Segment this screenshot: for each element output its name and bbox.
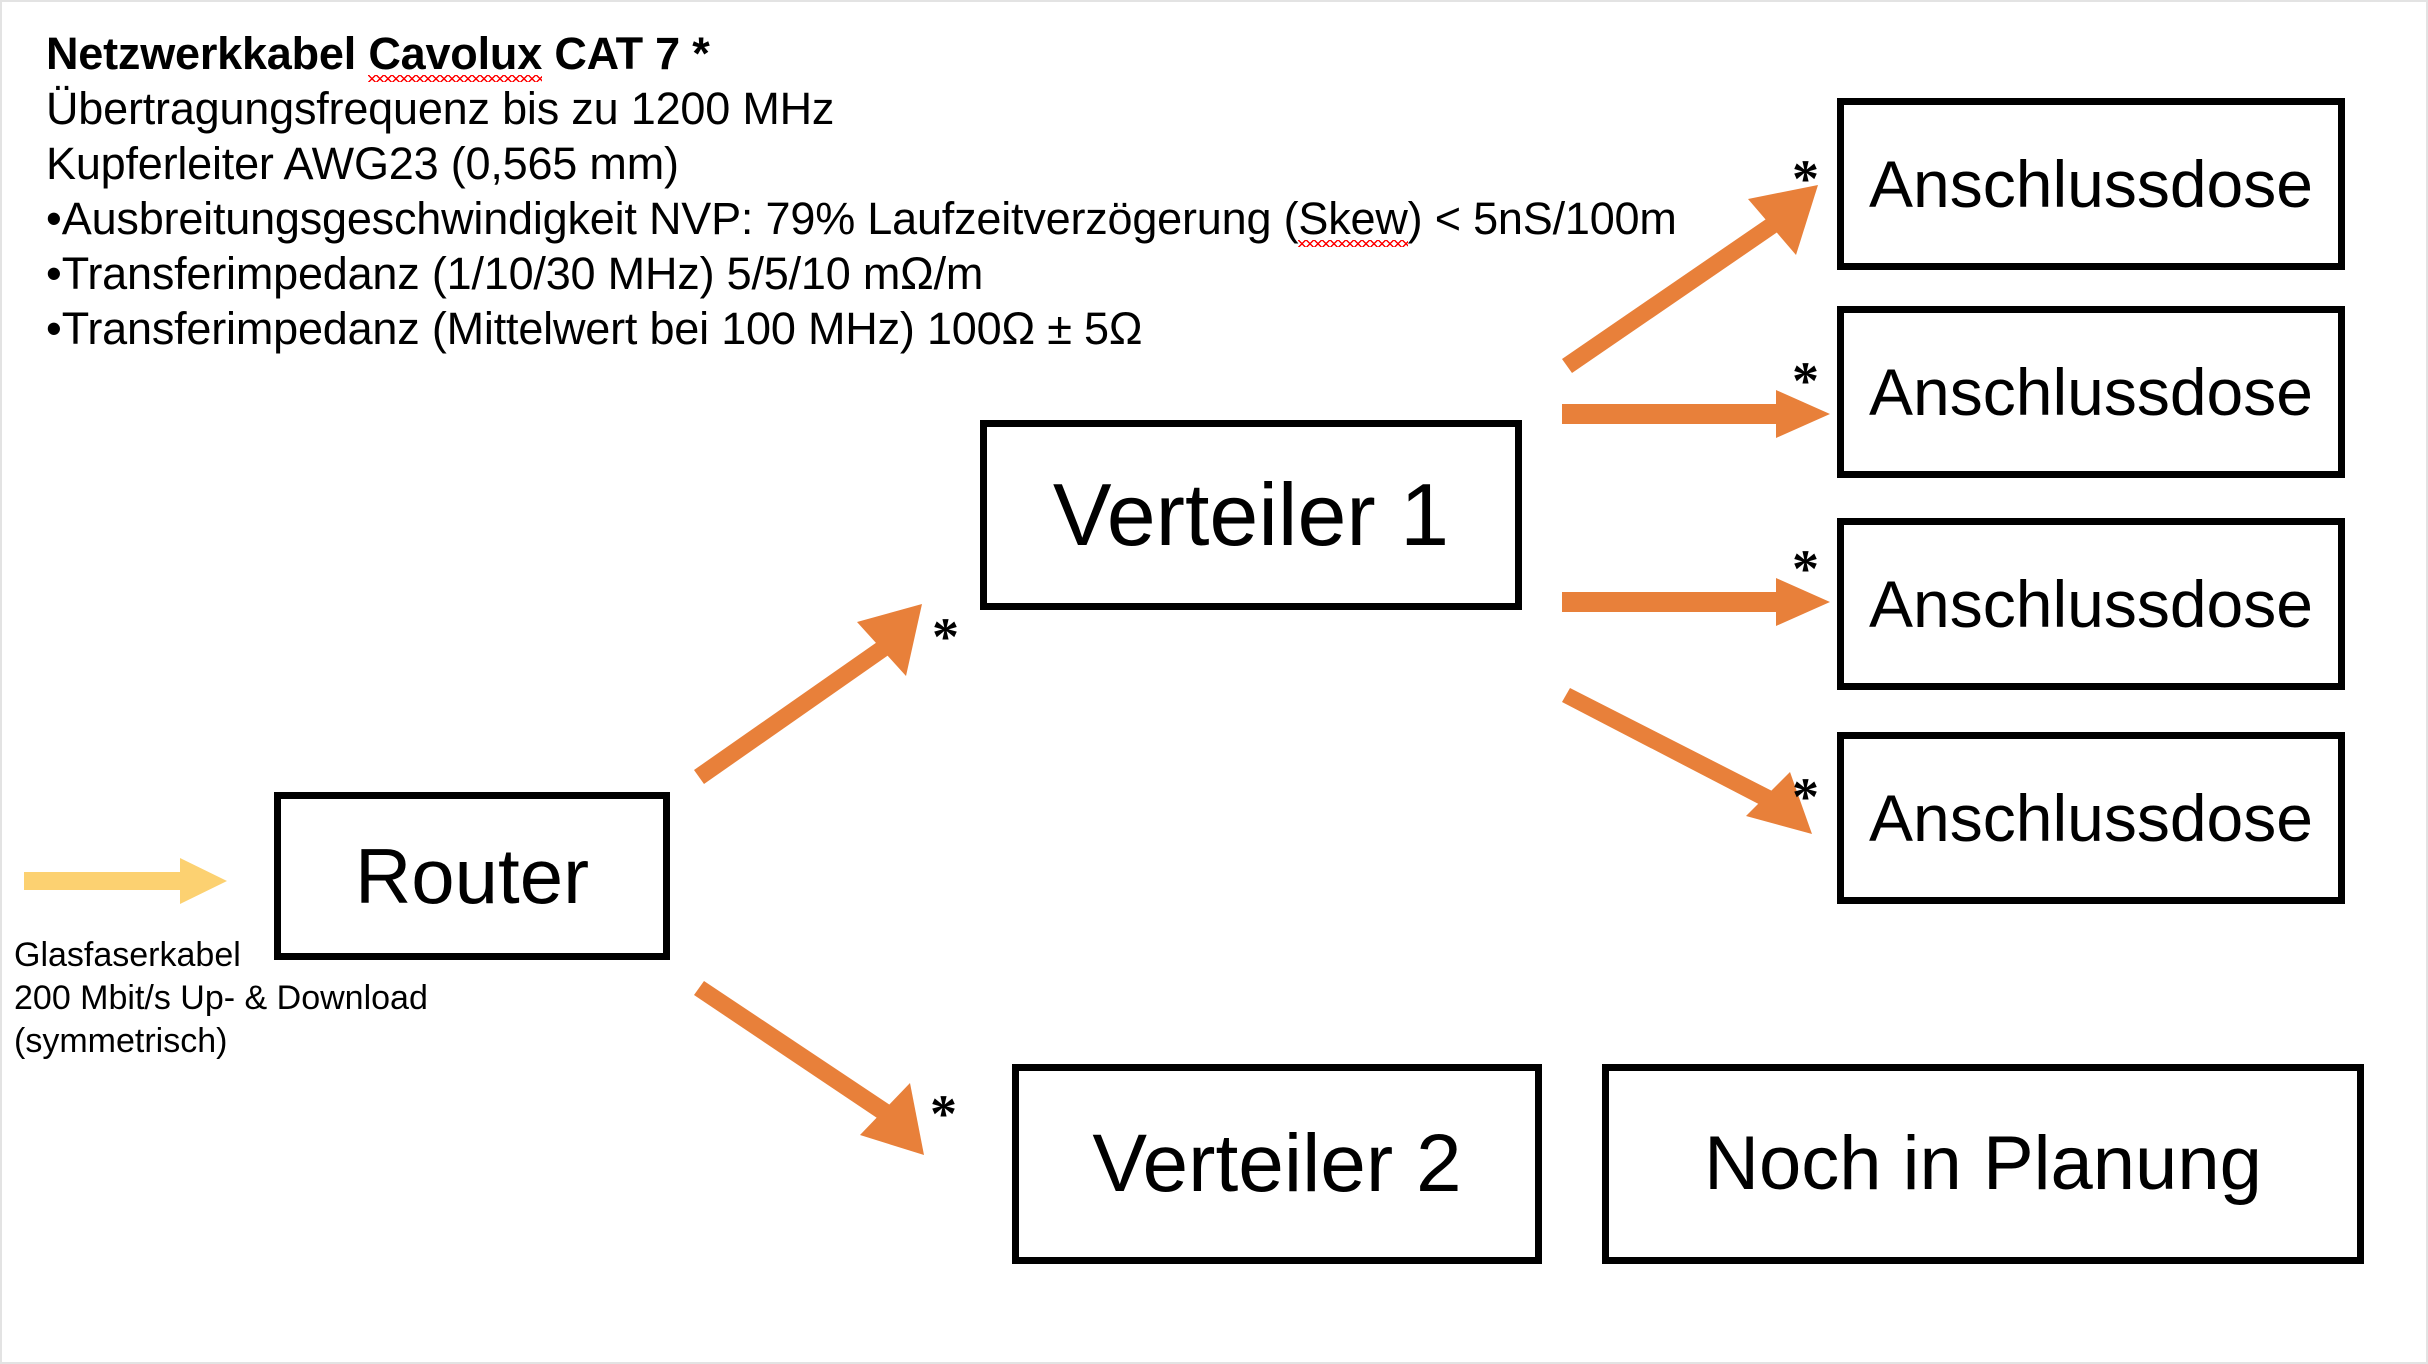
- spec-line-frequency: Übertragungsfrequenz bis zu 1200 MHz: [46, 83, 835, 134]
- node-anschlussdose-2-label: Anschlussdose: [1869, 355, 2313, 429]
- fiber-caption-line-3: (symmetrisch): [14, 1022, 228, 1060]
- arrow-router-to-verteiler-1: [694, 604, 922, 784]
- node-anschlussdose-1-label: Anschlussdose: [1869, 147, 2313, 221]
- node-router-label: Router: [354, 832, 590, 920]
- bullet-char-1: •: [46, 193, 62, 244]
- bullet-char-2: •: [46, 248, 62, 299]
- bullet-char-3: •: [46, 303, 62, 354]
- spec-title: Netzwerkkabel Cavolux CAT 7 *: [46, 26, 1666, 81]
- asterisk-marker-router-verteiler-1: *: [932, 607, 959, 667]
- spec-title-misspelled-word: Cavolux: [368, 28, 543, 79]
- cable-spec-text-block: Netzwerkkabel Cavolux CAT 7 * Übertragun…: [46, 26, 1677, 356]
- spec-bullet-nvp: •Ausbreitungsgeschwindigkeit NVP: 79% La…: [46, 191, 1677, 246]
- spec-bullet-transferimpedanz-2: •Transferimpedanz (Mittelwert bei 100 MH…: [46, 301, 1666, 356]
- asterisk-marker-anschlussdose-3: *: [1792, 539, 1819, 599]
- spec-bullet-nvp-prefix: Ausbreitungsgeschwindigkeit NVP: 79% Lau…: [61, 193, 1299, 244]
- node-verteiler-1[interactable]: Verteiler 1: [980, 420, 1522, 610]
- arrow-router-to-verteiler-2: [694, 981, 924, 1155]
- spec-bullet-transferimpedanz-1: •Transferimpedanz (1/10/30 MHz) 5/5/10 m…: [46, 246, 1666, 301]
- fiber-arrow-into-router: [24, 858, 227, 904]
- node-anschlussdose-4-label: Anschlussdose: [1869, 781, 2313, 855]
- node-anschlussdose-3[interactable]: Anschlussdose: [1837, 518, 2345, 690]
- asterisk-marker-router-verteiler-2: *: [930, 1084, 957, 1144]
- node-verteiler-2[interactable]: Verteiler 2: [1012, 1064, 1542, 1264]
- asterisk-marker-anschlussdose-4: *: [1792, 767, 1819, 827]
- spec-bullet-transferimpedanz-2-text: Transferimpedanz (Mittelwert bei 100 MHz…: [61, 303, 1143, 354]
- node-anschlussdose-2[interactable]: Anschlussdose: [1837, 306, 2345, 478]
- node-verteiler-2-label: Verteiler 2: [1092, 1118, 1462, 1209]
- spec-line-conductor: Kupferleiter AWG23 (0,565 mm): [46, 138, 679, 189]
- spec-title-prefix: Netzwerkkabel: [46, 28, 369, 79]
- spec-bullet-nvp-misspelled-word: Skew: [1298, 193, 1408, 244]
- node-router[interactable]: Router: [274, 792, 670, 960]
- spec-title-suffix: CAT 7 *: [542, 28, 710, 79]
- node-anschlussdose-1[interactable]: Anschlussdose: [1837, 98, 2345, 270]
- spec-bullet-transferimpedanz-1-text: Transferimpedanz (1/10/30 MHz) 5/5/10 mΩ…: [61, 248, 984, 299]
- node-noch-in-planung[interactable]: Noch in Planung: [1602, 1064, 2364, 1264]
- node-noch-in-planung-label: Noch in Planung: [1704, 1121, 2262, 1206]
- asterisk-marker-anschlussdose-2: *: [1792, 351, 1819, 411]
- node-verteiler-1-label: Verteiler 1: [1052, 465, 1450, 564]
- node-anschlussdose-4[interactable]: Anschlussdose: [1837, 732, 2345, 904]
- node-anschlussdose-3-label: Anschlussdose: [1869, 567, 2313, 641]
- slide-canvas: Netzwerkkabel Cavolux CAT 7 * Übertragun…: [0, 0, 2428, 1364]
- asterisk-marker-anschlussdose-1: *: [1792, 149, 1819, 209]
- fiber-caption-line-2: 200 Mbit/s Up- & Download: [14, 979, 428, 1017]
